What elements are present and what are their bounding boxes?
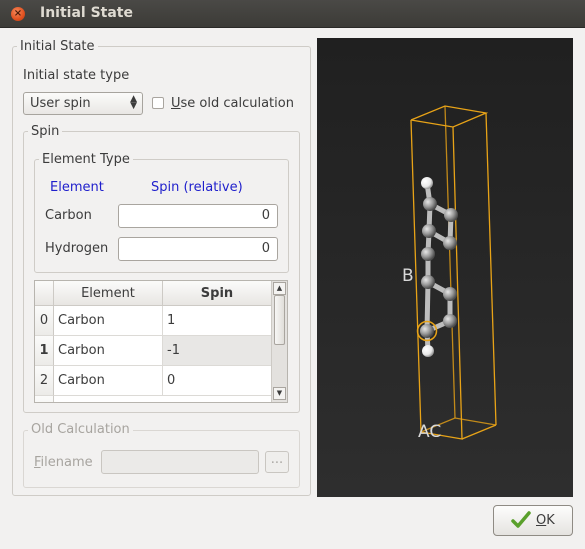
carbon-atom: [421, 247, 435, 261]
atom-spin-table[interactable]: Element Spin 0 Carbon 1 1 Carbon -1 2 Ca…: [34, 280, 288, 403]
use-old-calculation-label[interactable]: Use old calculation: [171, 96, 294, 111]
hydrogen-atom: [422, 345, 434, 357]
table-cell-element[interactable]: Carbon: [54, 336, 163, 366]
close-icon[interactable]: ×: [11, 7, 25, 21]
table-cell-element[interactable]: Carbon: [54, 306, 163, 336]
axis-label-b: B: [402, 266, 414, 286]
table-row-index[interactable]: 1: [35, 336, 54, 366]
table-cell-spin[interactable]: 1: [163, 306, 272, 336]
molecule-viewer[interactable]: B AC: [317, 38, 573, 497]
hydrogen-label: Hydrogen: [45, 241, 109, 256]
table-cell-spin[interactable]: -1: [163, 336, 272, 366]
carbon-atom: [443, 287, 457, 301]
spin-relative-column-header: Spin (relative): [151, 180, 243, 195]
hydrogen-spin-input[interactable]: 0: [118, 237, 278, 261]
molecule-structure: B AC: [402, 105, 497, 442]
title-bar: × Initial State: [0, 0, 585, 28]
initial-state-type-select[interactable]: User spin ▲ ▼: [23, 92, 143, 115]
spin-group-title: Spin: [28, 124, 63, 139]
checkmark-icon: [511, 511, 531, 528]
filename-label: Filename: [34, 455, 93, 470]
carbon-atom: [444, 208, 458, 222]
initial-state-type-label: Initial state type: [23, 68, 130, 83]
ok-button-label: OK: [536, 513, 555, 528]
table-cell-element[interactable]: Carbon: [54, 366, 163, 396]
browse-button[interactable]: ...: [265, 451, 289, 473]
initial-state-group-title: Initial State: [17, 39, 98, 54]
element-type-group-title: Element Type: [39, 152, 133, 167]
table-header-spin[interactable]: Spin: [163, 281, 272, 306]
table-corner: [35, 281, 54, 306]
filename-input[interactable]: [101, 450, 259, 474]
table-cell-spin[interactable]: 0: [163, 366, 272, 396]
table-row-index[interactable]: 0: [35, 306, 54, 336]
window-title: Initial State: [40, 5, 133, 21]
initial-state-type-value: User spin: [30, 96, 91, 111]
table-vertical-scrollbar[interactable]: ▲ ▼: [271, 281, 287, 402]
table-header-element[interactable]: Element: [54, 281, 163, 306]
use-old-calculation-checkbox[interactable]: [152, 97, 164, 109]
carbon-label: Carbon: [45, 208, 92, 223]
carbon-atom: [422, 224, 436, 238]
element-column-header: Element: [50, 180, 104, 195]
carbon-atom: [420, 324, 434, 338]
axis-label-ac: AC: [418, 422, 441, 442]
table-row-index[interactable]: 2: [35, 366, 54, 396]
carbon-atom: [423, 197, 437, 211]
scrollbar-thumb[interactable]: [274, 295, 285, 345]
scroll-down-arrow-icon[interactable]: ▼: [273, 387, 286, 400]
unit-cell-box: [410, 105, 497, 440]
carbon-atom: [443, 314, 457, 328]
ok-button[interactable]: OK: [493, 505, 573, 536]
carbon-atom: [421, 275, 435, 289]
carbon-atom: [443, 236, 457, 250]
scroll-up-arrow-icon[interactable]: ▲: [273, 282, 286, 295]
carbon-spin-input[interactable]: 0: [118, 204, 278, 228]
table-row-index: [35, 396, 54, 402]
old-calculation-group-title: Old Calculation: [28, 422, 133, 437]
updown-arrows-icon: ▲ ▼: [130, 94, 137, 111]
hydrogen-atom: [421, 177, 433, 189]
